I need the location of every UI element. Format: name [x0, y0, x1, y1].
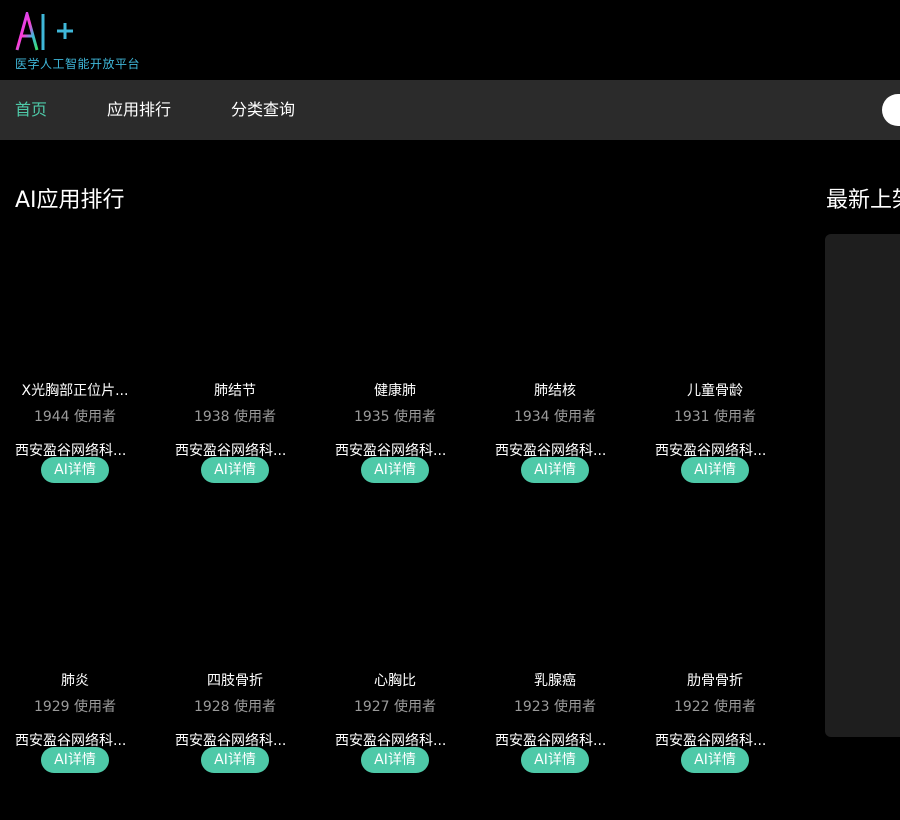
app-user-count: 1927 使用者 [353, 699, 437, 715]
app-user-count: 1928 使用者 [193, 699, 277, 715]
ai-plus-logo-icon [15, 12, 73, 51]
ai-detail-button[interactable]: AI详情 [521, 747, 589, 773]
app-name: 肺结核 [534, 383, 576, 399]
ranking-title: AI应用排行 [15, 188, 125, 213]
app-user-count: 1929 使用者 [33, 699, 117, 715]
app-card[interactable]: 乳腺癌 1923 使用者 西安盈谷网络科... AI详情 [495, 540, 645, 820]
ai-detail-button[interactable]: AI详情 [681, 457, 749, 483]
app-name: X光胸部正位片... [21, 383, 129, 399]
app-name: 儿童骨龄 [687, 383, 743, 399]
nav-item-ranking[interactable]: 应用排行 [107, 80, 171, 140]
app-name: 四肢骨折 [207, 673, 263, 689]
app-card[interactable]: 四肢骨折 1928 使用者 西安盈谷网络科... AI详情 [175, 540, 325, 820]
top-nav: 首页 应用排行 分类查询 [0, 80, 900, 140]
app-user-count: 1922 使用者 [673, 699, 757, 715]
app-card[interactable]: 健康肺 1935 使用者 西安盈谷网络科... AI详情 [335, 250, 485, 530]
app-user-count: 1934 使用者 [513, 409, 597, 425]
ai-detail-button[interactable]: AI详情 [201, 457, 269, 483]
app-card[interactable]: 肋骨骨折 1922 使用者 西安盈谷网络科... AI详情 [655, 540, 805, 820]
latest-panel [825, 234, 900, 737]
ai-detail-button[interactable]: AI详情 [361, 747, 429, 773]
ai-detail-button[interactable]: AI详情 [521, 457, 589, 483]
ai-detail-button[interactable]: AI详情 [201, 747, 269, 773]
app-name: 肺炎 [61, 673, 89, 689]
ai-detail-button[interactable]: AI详情 [41, 457, 109, 483]
app-name: 健康肺 [374, 383, 416, 399]
app-user-count: 1931 使用者 [673, 409, 757, 425]
app-card[interactable]: 肺结节 1938 使用者 西安盈谷网络科... AI详情 [175, 250, 325, 530]
app-name: 肋骨骨折 [687, 673, 743, 689]
ai-detail-button[interactable]: AI详情 [361, 457, 429, 483]
app-card[interactable]: 儿童骨龄 1931 使用者 西安盈谷网络科... AI详情 [655, 250, 805, 530]
app-user-count: 1923 使用者 [513, 699, 597, 715]
latest-title: 最新上架 [826, 188, 900, 213]
ai-detail-button[interactable]: AI详情 [41, 747, 109, 773]
app-user-count: 1935 使用者 [353, 409, 437, 425]
app-name: 乳腺癌 [534, 673, 576, 689]
app-card[interactable]: 肺炎 1929 使用者 西安盈谷网络科... AI详情 [15, 540, 165, 820]
app-card[interactable]: 心胸比 1927 使用者 西安盈谷网络科... AI详情 [335, 540, 485, 820]
ai-detail-button[interactable]: AI详情 [681, 747, 749, 773]
app-card[interactable]: X光胸部正位片... 1944 使用者 西安盈谷网络科... AI详情 [15, 250, 165, 530]
nav-item-category[interactable]: 分类查询 [231, 80, 295, 140]
app-name: 心胸比 [374, 673, 416, 689]
app-user-count: 1938 使用者 [193, 409, 277, 425]
nav-item-home[interactable]: 首页 [15, 80, 47, 140]
app-name: 肺结节 [214, 383, 256, 399]
app-card[interactable]: 肺结核 1934 使用者 西安盈谷网络科... AI详情 [495, 250, 645, 530]
logo-subtitle: 医学人工智能开放平台 [15, 57, 141, 71]
header: 医学人工智能开放平台 [0, 0, 900, 80]
app-user-count: 1944 使用者 [33, 409, 117, 425]
